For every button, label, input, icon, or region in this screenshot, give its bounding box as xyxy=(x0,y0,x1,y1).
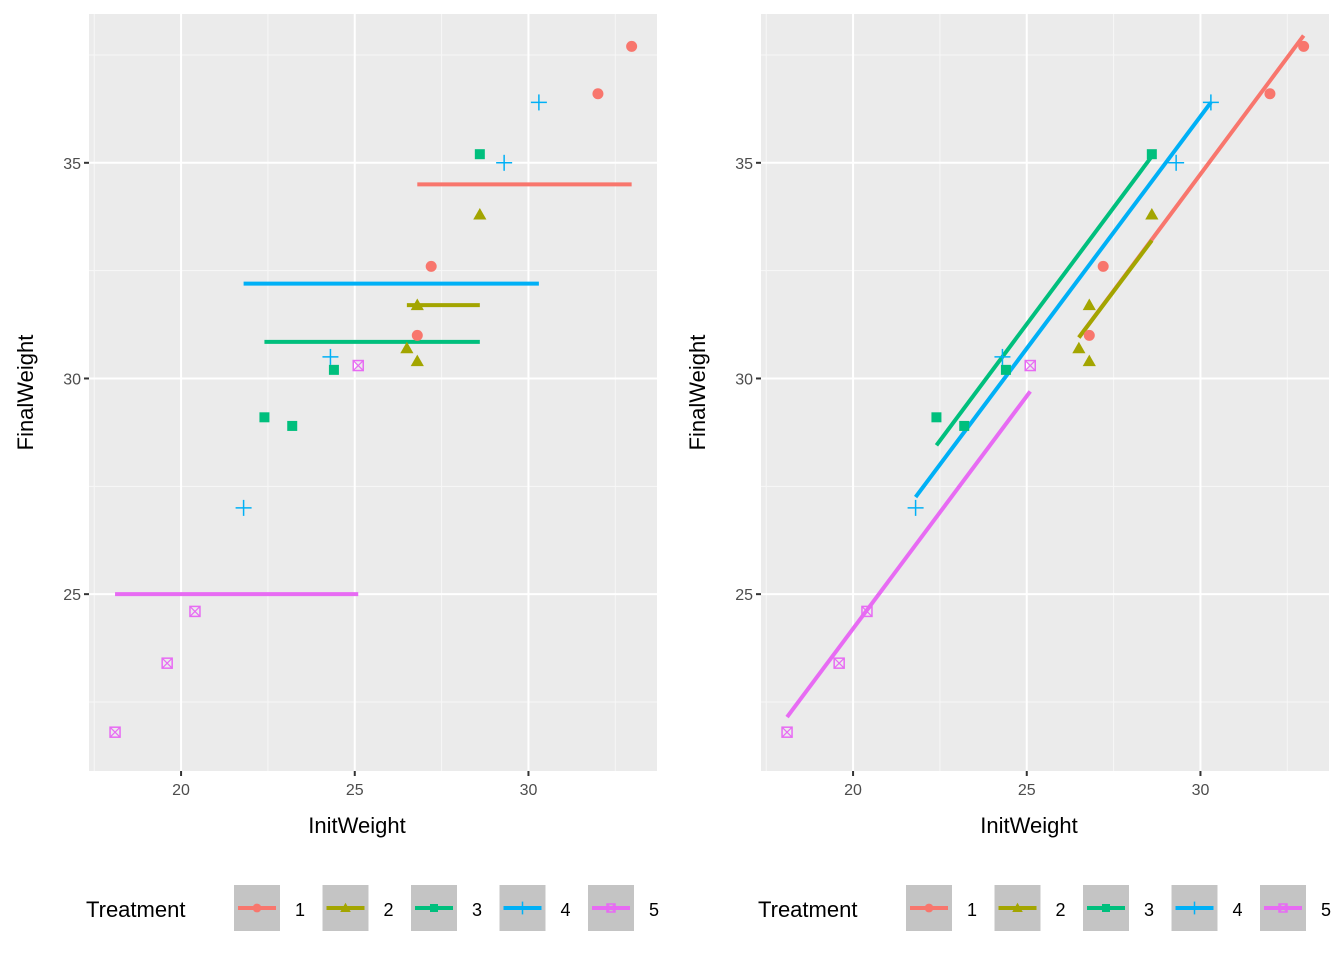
plot-background xyxy=(89,14,657,771)
legend-label: 1 xyxy=(295,900,305,920)
y-axis-title: FinalWeight xyxy=(13,335,38,451)
legend-key-symbol xyxy=(252,903,262,913)
legend-key-3: 3 xyxy=(411,885,482,931)
legend-label: 1 xyxy=(967,900,977,920)
point-treatment-3 xyxy=(931,412,942,423)
x-tick-label: 30 xyxy=(1192,782,1210,799)
y-tick-label: 25 xyxy=(735,587,753,604)
point-treatment-3 xyxy=(259,412,270,423)
legend-label: 4 xyxy=(1233,900,1243,920)
legend-label: 2 xyxy=(1056,900,1066,920)
legend-key-5: 5 xyxy=(1260,885,1331,931)
legend-key-1: 1 xyxy=(906,885,977,931)
legend-keys: 1 2 3 4 5 xyxy=(234,885,659,931)
legend-label: 4 xyxy=(561,900,571,920)
legend: Treatment 1 2 3 4 5 xyxy=(86,885,659,931)
point-treatment-3 xyxy=(328,364,339,375)
point-treatment-3 xyxy=(474,149,485,160)
legend-label: 2 xyxy=(384,900,394,920)
x-tick-label: 25 xyxy=(346,782,364,799)
point-treatment-3 xyxy=(287,420,298,431)
legend-key-2: 2 xyxy=(322,885,394,931)
x-tick-label: 20 xyxy=(172,782,190,799)
x-tick-label: 20 xyxy=(844,782,862,799)
plot-background xyxy=(761,14,1329,771)
y-tick-label: 30 xyxy=(63,371,81,388)
y-tick-label: 25 xyxy=(63,587,81,604)
legend-key-symbol xyxy=(924,903,934,913)
x-axis-ticks: 20 25 30 xyxy=(844,771,1209,799)
x-axis-title: InitWeight xyxy=(980,813,1077,838)
legend-key-4: 4 xyxy=(1171,885,1243,931)
x-axis-ticks: 20 25 30 xyxy=(172,771,537,799)
legend-key-symbol xyxy=(1102,904,1110,912)
legend: Treatment 1 2 3 4 5 xyxy=(758,885,1331,931)
point-treatment-1 xyxy=(1097,260,1109,272)
point-treatment-1 xyxy=(1298,40,1310,52)
legend-title: Treatment xyxy=(758,897,857,922)
legend-key-5: 5 xyxy=(588,885,659,931)
legend-key-2: 2 xyxy=(994,885,1066,931)
legend-label: 5 xyxy=(649,900,659,920)
legend-key-symbol xyxy=(430,904,438,912)
point-treatment-3 xyxy=(1000,364,1011,375)
legend-keys: 1 2 3 4 5 xyxy=(906,885,1331,931)
y-tick-label: 35 xyxy=(63,156,81,173)
y-tick-label: 35 xyxy=(735,156,753,173)
point-treatment-1 xyxy=(1083,329,1095,341)
legend-key-3: 3 xyxy=(1083,885,1154,931)
point-treatment-1 xyxy=(626,40,638,52)
y-axis-ticks: 25 30 35 xyxy=(63,156,89,604)
legend-label: 3 xyxy=(1144,900,1154,920)
legend-label: 3 xyxy=(472,900,482,920)
point-treatment-3 xyxy=(959,420,970,431)
x-tick-label: 25 xyxy=(1018,782,1036,799)
x-axis-title: InitWeight xyxy=(308,813,405,838)
legend-key-1: 1 xyxy=(234,885,305,931)
y-axis-ticks: 25 30 35 xyxy=(735,156,761,604)
legend-key-4: 4 xyxy=(499,885,571,931)
legend-title: Treatment xyxy=(86,897,185,922)
point-treatment-1 xyxy=(592,88,604,100)
legend-label: 5 xyxy=(1321,900,1331,920)
point-treatment-1 xyxy=(411,329,423,341)
point-treatment-1 xyxy=(425,260,437,272)
left-panel: 20 25 30 253035 InitWeight FinalWeight Tre… xyxy=(13,14,659,931)
x-tick-label: 30 xyxy=(520,782,538,799)
y-axis-title: FinalWeight xyxy=(685,335,710,451)
right-panel: 20 25 30 253035 InitWeight FinalWeight Tre… xyxy=(685,14,1331,931)
y-tick-label: 30 xyxy=(735,371,753,388)
point-treatment-3 xyxy=(1146,149,1157,160)
figure: 20 25 30 253035 InitWeight FinalWeight Tre… xyxy=(13,14,1331,931)
point-treatment-1 xyxy=(1264,88,1276,100)
